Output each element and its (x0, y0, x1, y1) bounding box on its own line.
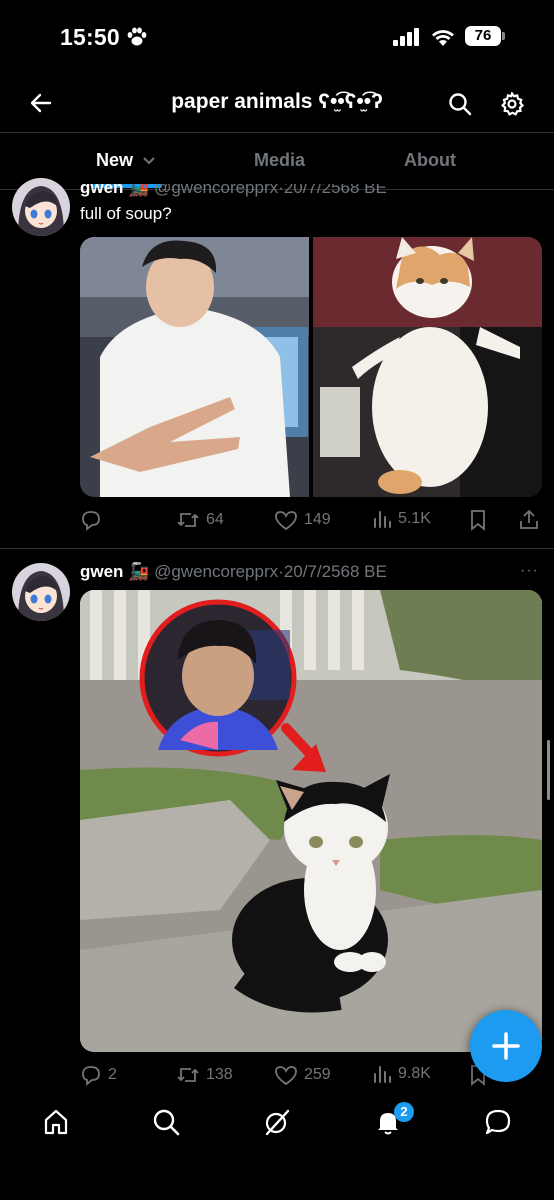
post-header: gwen 🚂 @gwencorepprx·20/7/2568 BE (80, 562, 387, 581)
avatar[interactable] (12, 178, 70, 236)
gear-icon[interactable] (500, 91, 525, 121)
view-count: 5.1K (398, 510, 431, 527)
author-name[interactable]: gwen (80, 562, 123, 581)
battery-icon: 76 (465, 26, 505, 46)
repost-icon (177, 513, 199, 527)
like-count: 149 (304, 511, 331, 528)
view-count: 9.8K (398, 1065, 431, 1082)
post-date: 20/7/2568 BE (283, 562, 387, 581)
like-button[interactable]: 149 (274, 509, 331, 531)
like-count: 259 (304, 1066, 331, 1083)
post-text: full of soup? (80, 204, 172, 223)
repost-icon (177, 1068, 199, 1082)
bookmark-button[interactable] (468, 509, 488, 531)
repost-button[interactable]: 138 (176, 1064, 233, 1086)
avatar[interactable] (12, 563, 70, 621)
search-tab-icon[interactable] (152, 1108, 180, 1141)
header-divider (0, 132, 554, 133)
search-icon[interactable] (448, 92, 472, 121)
author-handle[interactable]: @gwencorepprx (154, 562, 278, 581)
heart-icon (275, 511, 297, 531)
views-button[interactable]: 9.8K (372, 1064, 431, 1084)
reply-button[interactable] (80, 509, 108, 531)
post-divider (0, 548, 554, 549)
status-time: 15:50 (60, 24, 120, 50)
train-emoji-icon: 🚂 (128, 562, 150, 581)
status-bar: 15:50 76 (0, 0, 554, 76)
repost-count: 64 (206, 511, 224, 528)
chevron-down-icon (143, 157, 155, 165)
battery-level: 76 (474, 27, 492, 44)
tab-new-label: New (96, 150, 134, 170)
repost-count: 138 (206, 1066, 233, 1083)
bottom-navigation: 2 (0, 1090, 554, 1200)
paw-icon (126, 26, 148, 53)
plus-icon (492, 1032, 520, 1060)
views-icon (374, 1066, 391, 1083)
views-icon (374, 511, 391, 528)
share-icon (520, 509, 538, 529)
tab-media[interactable]: Media (254, 150, 305, 171)
grok-icon[interactable] (263, 1108, 291, 1141)
reply-icon (82, 1066, 100, 1086)
top-bar: paper animals ʕ•̫͡•ʕ•̫͡•ʔ (0, 76, 554, 132)
post-photo-grid (80, 237, 542, 497)
like-button[interactable]: 259 (274, 1064, 331, 1086)
tab-new[interactable]: New (96, 150, 156, 171)
views-button[interactable]: 5.1K (372, 509, 431, 529)
post-media[interactable] (80, 590, 542, 1052)
wifi-icon (430, 26, 456, 51)
post-actions: 64 149 5.1K (80, 509, 540, 535)
bookmark-icon (471, 510, 485, 531)
post-photo (80, 590, 542, 1052)
heart-icon (275, 1066, 297, 1086)
compose-button[interactable] (470, 1010, 542, 1082)
cellular-signal-icon (393, 28, 421, 51)
home-icon[interactable] (42, 1108, 70, 1141)
tab-about[interactable]: About (404, 150, 456, 171)
reply-count: 2 (108, 1066, 117, 1083)
post-media[interactable] (80, 237, 542, 497)
reply-button[interactable]: 2 (80, 1064, 117, 1086)
reply-icon (82, 511, 100, 531)
share-button[interactable] (518, 509, 540, 531)
messages-icon[interactable] (484, 1108, 512, 1141)
more-options-icon[interactable]: ··· (520, 562, 539, 580)
notification-badge: 2 (394, 1102, 414, 1122)
repost-button[interactable]: 64 (176, 509, 224, 531)
scrollbar-thumb[interactable] (547, 740, 550, 800)
tab-bar: New Media About (0, 136, 554, 188)
